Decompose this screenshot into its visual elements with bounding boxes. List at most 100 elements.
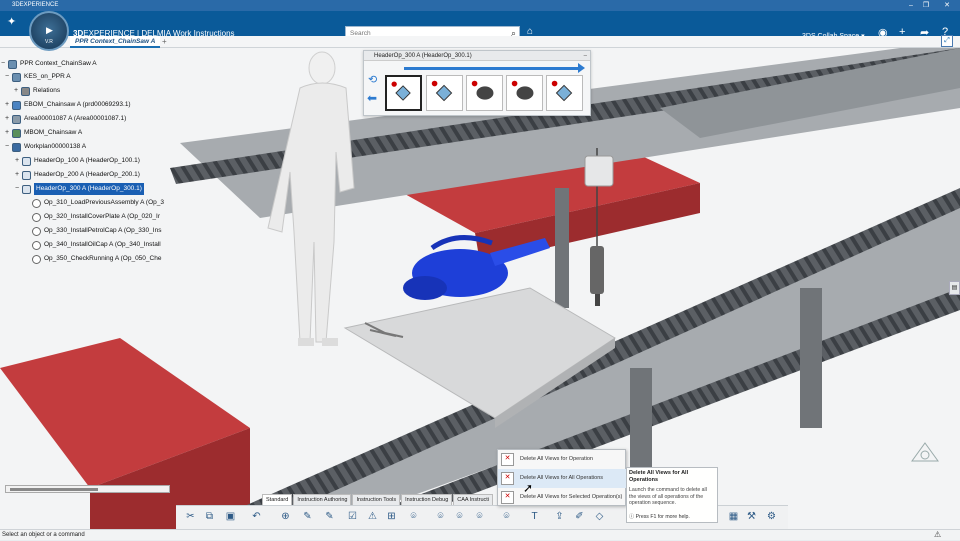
play-icon[interactable]: ▶ xyxy=(46,25,53,36)
close-window-button[interactable]: ✕ xyxy=(940,0,954,11)
tree-horizontal-scrollbar[interactable] xyxy=(5,485,170,493)
back-arrow-icon[interactable]: ⬅ xyxy=(367,91,377,105)
text-icon[interactable]: T xyxy=(528,510,541,523)
add-tab-button[interactable]: + xyxy=(162,36,167,48)
tab-instruction-tools[interactable]: Instruction Tools xyxy=(352,494,401,505)
3d-viewport[interactable] xyxy=(0,48,960,529)
collapse-icon[interactable]: − xyxy=(1,58,8,70)
tree-node-label: MBOM_Chainsaw A xyxy=(24,129,83,136)
mouse-cursor-icon: ➚ xyxy=(523,481,534,495)
camera-settings-icon[interactable]: ⌾ xyxy=(473,510,486,523)
tree-node-op-340[interactable]: Op_340_InstallOilCap A (Op_340_Install xyxy=(32,239,161,251)
collapse-icon[interactable]: − xyxy=(15,183,22,195)
shape-icon[interactable]: ◇ xyxy=(593,510,606,523)
tree-node-workplan[interactable]: − Workplan00000138 A xyxy=(5,141,86,153)
edit-sheet-2-icon[interactable]: ✎ xyxy=(323,510,336,523)
tree-node-label: KES_on_PPR A xyxy=(24,73,71,80)
refresh-icon[interactable]: ⟲ xyxy=(368,73,377,86)
collapse-icon[interactable]: − xyxy=(5,71,12,83)
menu-delete-views-all-operations[interactable]: ✕ Delete All Views for All Operations xyxy=(498,469,627,488)
tree-node-op-350[interactable]: Op_350_CheckRunning A (Op_050_Che xyxy=(32,253,161,265)
delete-views-icon[interactable]: ⌾ xyxy=(500,510,513,523)
paste-icon[interactable]: ▣ xyxy=(224,510,237,523)
sequence-op-320[interactable] xyxy=(426,75,463,111)
sequence-arrow-head xyxy=(578,63,585,73)
tree-node-kes[interactable]: − KES_on_PPR A xyxy=(5,71,71,83)
ds-logo-icon[interactable]: ✦ xyxy=(7,15,16,28)
minimize-button[interactable]: – xyxy=(904,0,918,11)
tree-node-label: HeaderOp_100 A (HeaderOp_100.1) xyxy=(34,157,140,164)
sequence-op-310[interactable] xyxy=(385,75,422,111)
undo-icon[interactable]: ↶ xyxy=(250,510,263,523)
tab-standard[interactable]: Standard xyxy=(262,494,293,505)
maximize-button[interactable]: ❐ xyxy=(919,0,933,11)
sequence-op-350[interactable] xyxy=(546,75,583,111)
expand-node-icon[interactable]: + xyxy=(5,113,12,125)
camera-icon[interactable]: ⌾ xyxy=(407,510,420,523)
camera-add-icon[interactable]: ⌾ xyxy=(434,510,447,523)
expand-icon[interactable]: ⤢ xyxy=(941,35,953,47)
support-leg-2 xyxy=(800,288,822,428)
expand-node-icon[interactable]: + xyxy=(14,85,21,97)
sequence-op-330[interactable] xyxy=(466,75,503,111)
tree-node-ebom[interactable]: + EBOM_Chainsaw A (prd00069293.1) xyxy=(5,99,131,111)
sequence-op-340[interactable] xyxy=(506,75,543,111)
compass-widget[interactable]: ▶ V.R xyxy=(29,11,69,51)
copy-icon[interactable]: ⧉ xyxy=(203,510,216,523)
tab-instruction-authoring[interactable]: Instruction Authoring xyxy=(293,494,352,505)
tab-caa-instructions[interactable]: CAA Instructi xyxy=(453,494,494,505)
warning-icon[interactable]: ⚠ xyxy=(366,510,379,523)
operation-icon xyxy=(32,240,41,250)
tab-ppr-context[interactable]: PPR Context_ChainSaw A xyxy=(70,36,161,48)
pen-icon[interactable]: ✐ xyxy=(573,510,586,523)
cut-icon[interactable]: ✂ xyxy=(184,510,197,523)
grid-icon[interactable]: ▦ xyxy=(727,510,740,523)
edit-sheet-icon[interactable]: ✎ xyxy=(301,510,314,523)
menu-delete-views-selected[interactable]: ✕ Delete All Views for Selected Operation… xyxy=(498,488,627,507)
tree-node-label: HeaderOp_300 A (HeaderOp_300.1) xyxy=(34,183,144,195)
tools-icon[interactable]: ⚒ xyxy=(745,510,758,523)
operation-sequence-panel: HeaderOp_300 A (HeaderOp_300.1) – ⟲ ⬅ xyxy=(363,50,591,116)
tree-node-headerop-200[interactable]: + HeaderOp_200 A (HeaderOp_200.1) xyxy=(15,169,140,181)
menu-delete-views-operation[interactable]: ✕ Delete All Views for Operation xyxy=(498,450,627,469)
mbom-icon xyxy=(12,128,21,138)
lock-icon[interactable]: ⚠ xyxy=(934,530,941,539)
tree-node-headerop-300[interactable]: − HeaderOp_300 A (HeaderOp_300.1) xyxy=(15,183,144,195)
expand-node-icon[interactable]: + xyxy=(5,99,12,111)
tree-node-label: Area00001087 A (Area00001087.1) xyxy=(24,115,127,122)
tree-node-area[interactable]: + Area00001087 A (Area00001087.1) xyxy=(5,113,126,125)
settings-icon[interactable]: ⚙ xyxy=(765,510,778,523)
product-icon xyxy=(12,100,21,110)
tree-node-op-320[interactable]: Op_320_InstallCoverPlate A (Op_020_Ir xyxy=(32,211,160,223)
operation-icon xyxy=(32,254,41,264)
tree-node-relations[interactable]: + Relations xyxy=(14,85,60,97)
support-leg-3 xyxy=(555,188,569,308)
delete-camera-icon: ✕ xyxy=(501,472,514,485)
zoom-icon[interactable]: ⊕ xyxy=(279,510,292,523)
panel-minimize-button[interactable]: – xyxy=(584,51,587,61)
expand-node-icon[interactable]: + xyxy=(5,127,12,139)
area-icon xyxy=(12,114,21,124)
tree-node-headerop-100[interactable]: + HeaderOp_100 A (HeaderOp_100.1) xyxy=(15,155,140,167)
export-icon[interactable]: ⇪ xyxy=(553,510,566,523)
tree-node-op-330[interactable]: Op_330_InstallPetrolCap A (Op_330_Ins xyxy=(32,225,161,237)
panel-header: HeaderOp_300 A (HeaderOp_300.1) – xyxy=(364,51,590,61)
action-bar-tabs: Standard Instruction Authoring Instructi… xyxy=(262,494,494,505)
expand-node-icon[interactable]: + xyxy=(15,155,22,167)
scrollbar-thumb[interactable] xyxy=(10,488,98,491)
camera-edit-icon[interactable]: ⌾ xyxy=(453,510,466,523)
tooltip-help: ⓘ Press F1 for more help. xyxy=(629,513,690,520)
collapse-icon[interactable]: − xyxy=(5,141,12,153)
tree-node-op-310[interactable]: Op_310_LoadPreviousAssembly A (Op_3 xyxy=(32,197,164,209)
op-thumbnail-icon xyxy=(511,80,534,100)
tree-node-label: Workplan00000138 A xyxy=(24,143,87,150)
tree-node-ppr-context[interactable]: − PPR Context_ChainSaw A xyxy=(1,58,97,70)
image-icon[interactable]: ⊞ xyxy=(385,510,398,523)
tree-node-mbom[interactable]: + MBOM_Chainsaw A xyxy=(5,127,82,139)
side-panel-toggle[interactable]: ▤ xyxy=(949,281,960,295)
check-icon[interactable]: ☑ xyxy=(346,510,359,523)
tab-instruction-debug[interactable]: Instruction Debug xyxy=(401,494,453,505)
expand-node-icon[interactable]: + xyxy=(15,169,22,181)
command-tooltip: Delete All Views for All Operations Laun… xyxy=(626,467,718,523)
tree-node-label: Op_330_InstallPetrolCap A (Op_330_Ins xyxy=(44,227,162,234)
